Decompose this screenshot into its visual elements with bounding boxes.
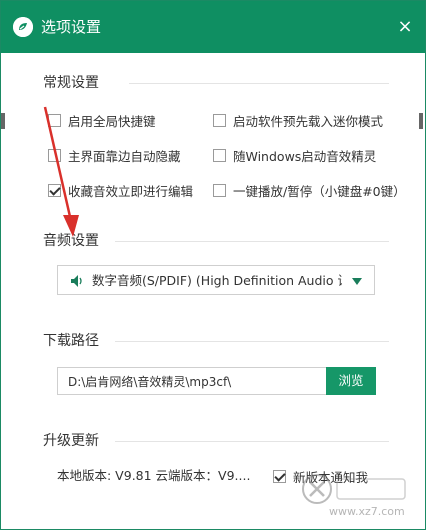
start-with-windows-checkbox[interactable] <box>213 148 226 162</box>
app-logo-icon <box>13 17 33 37</box>
section-title-download: 下载路径 <box>43 333 99 349</box>
auto-hide-label: 主界面靠边自动隐藏 <box>68 148 181 164</box>
edit-favorites-checkbox[interactable] <box>48 183 61 197</box>
one-key-play-label: 一键播放/暂停（小键盘#0键） <box>233 183 406 199</box>
browse-button[interactable]: 浏览 <box>326 367 376 395</box>
divider-update <box>115 441 389 442</box>
divider-audio <box>115 241 389 242</box>
background-window-edge-right <box>419 113 423 129</box>
option-global-hotkey[interactable]: 启用全局快捷键 <box>48 111 156 129</box>
global-hotkey-checkbox[interactable] <box>48 113 61 127</box>
auto-hide-checkbox[interactable] <box>48 148 61 162</box>
options-dialog: 选项设置 × 常规设置 启用全局快捷键 启动软件预先载入迷你模式 主界面靠边自动… <box>0 0 426 530</box>
version-info: 本地版本: V9.81 云端版本：V9.... <box>57 468 251 483</box>
preload-mini-checkbox[interactable] <box>213 113 226 127</box>
start-with-windows-label: 随Windows启动音效精灵 <box>233 148 377 164</box>
audio-device-value: 数字音频(S/PDIF) (High Definition Audio 设 <box>92 273 342 288</box>
watermark: www.xz7.com <box>301 471 421 527</box>
window-title: 选项设置 <box>41 18 102 36</box>
title-bar: 选项设置 × <box>1 1 425 53</box>
global-hotkey-label: 启用全局快捷键 <box>68 113 156 129</box>
one-key-play-checkbox[interactable] <box>213 183 226 197</box>
speaker-icon <box>68 272 86 290</box>
dropdown-arrow-icon[interactable] <box>352 278 362 285</box>
notify-new-version-checkbox[interactable] <box>273 469 286 483</box>
divider-general <box>129 83 389 84</box>
watermark-text: www.xz7.com <box>329 505 405 518</box>
option-start-with-windows[interactable]: 随Windows启动音效精灵 <box>213 146 376 164</box>
background-window-edge <box>1 113 5 129</box>
section-title-audio: 音频设置 <box>43 233 99 249</box>
option-auto-hide[interactable]: 主界面靠边自动隐藏 <box>48 146 181 164</box>
option-edit-favorites[interactable]: 收藏音效立即进行编辑 <box>48 181 193 199</box>
option-one-key-play[interactable]: 一键播放/暂停（小键盘#0键） <box>213 181 406 199</box>
divider-download <box>115 341 389 342</box>
edit-favorites-label: 收藏音效立即进行编辑 <box>68 183 194 199</box>
audio-device-select[interactable]: 数字音频(S/PDIF) (High Definition Audio 设 <box>57 265 375 295</box>
section-title-update: 升级更新 <box>43 433 99 449</box>
preload-mini-label: 启动软件预先载入迷你模式 <box>233 113 384 129</box>
download-path-input[interactable] <box>57 367 327 395</box>
close-icon[interactable]: × <box>395 17 415 37</box>
section-title-general: 常规设置 <box>43 75 99 91</box>
watermark-logo-icon <box>302 474 406 504</box>
option-preload-mini[interactable]: 启动软件预先载入迷你模式 <box>213 111 383 129</box>
